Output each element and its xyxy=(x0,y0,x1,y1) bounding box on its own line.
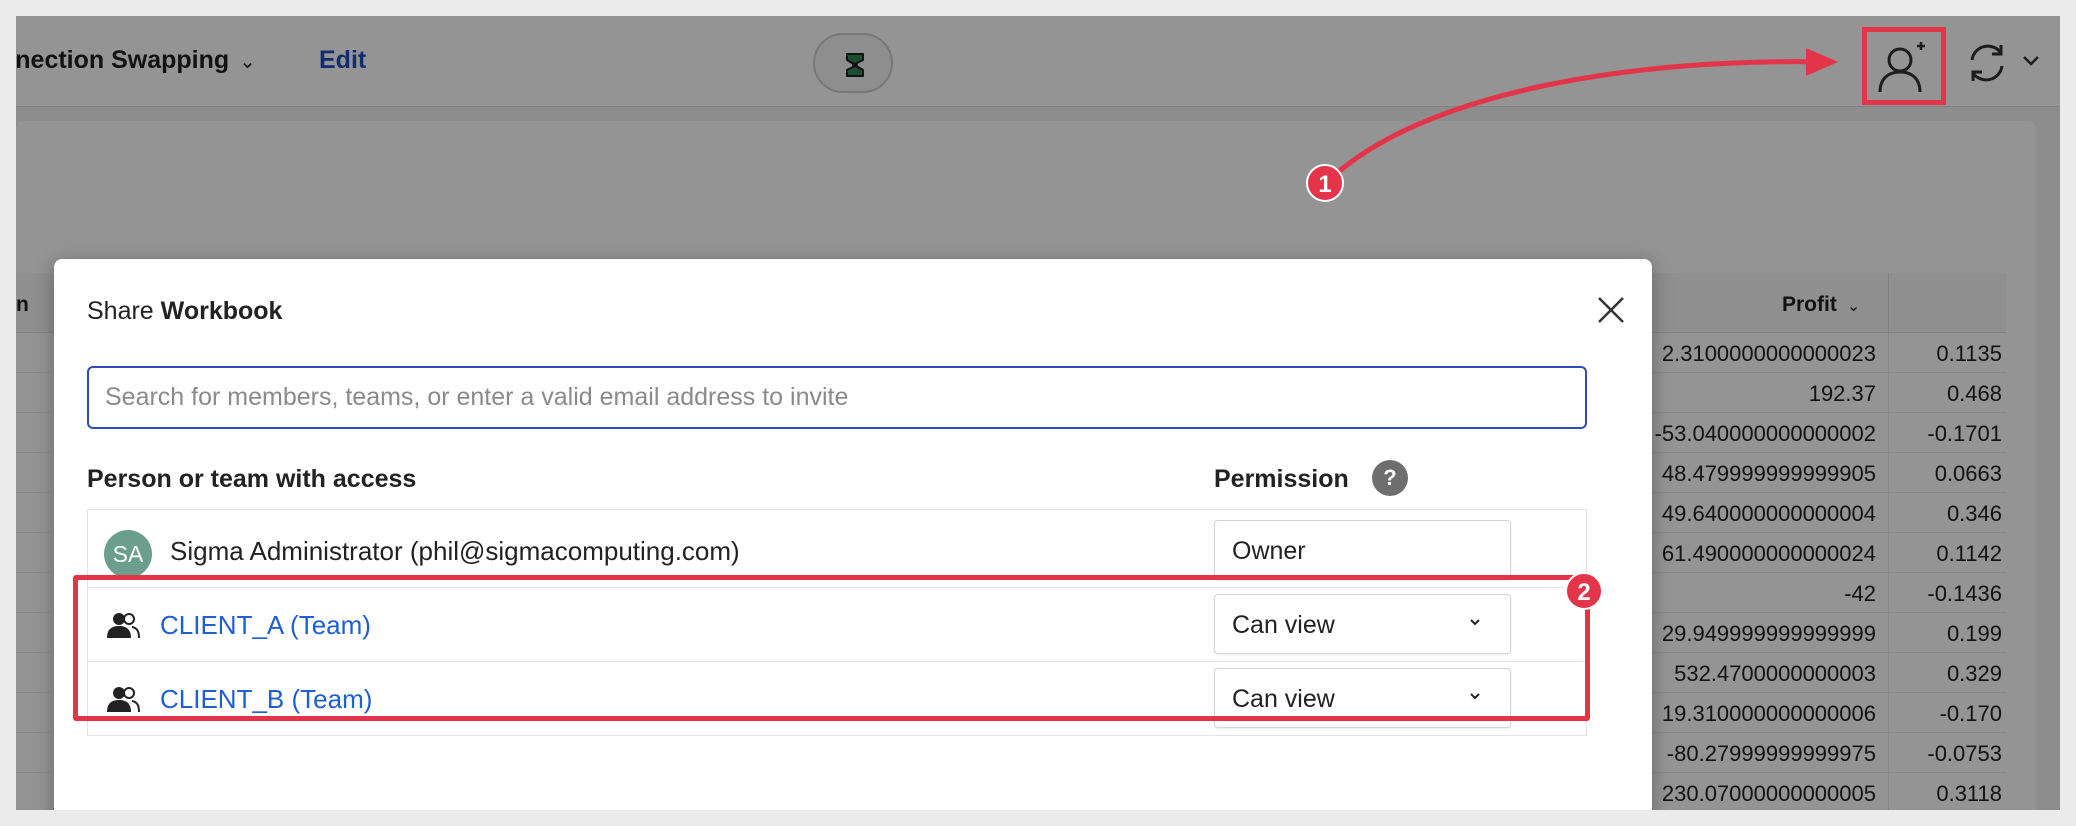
annotation-badge-2: 2 xyxy=(1565,572,1603,610)
annotation-arrow xyxy=(1323,48,1838,186)
annotation-badge-1: 1 xyxy=(1306,164,1344,202)
